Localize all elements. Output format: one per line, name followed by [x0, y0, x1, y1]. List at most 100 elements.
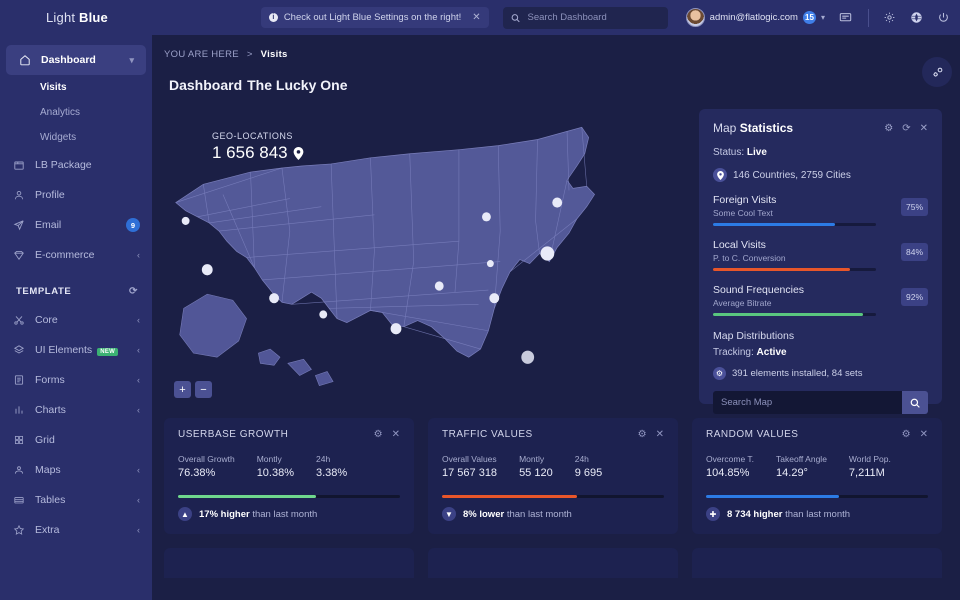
package-icon [12, 159, 25, 172]
search-input[interactable] [528, 12, 660, 23]
us-map-svg [164, 109, 685, 404]
card-placeholder [428, 548, 678, 578]
panel-actions: ⚙ ⟳ ✕ [884, 123, 928, 134]
close-icon[interactable]: ✕ [656, 429, 664, 440]
sidebar-item-charts[interactable]: Charts ‹ [0, 395, 152, 425]
stat-name: Foreign Visits [713, 194, 928, 206]
brand-logo[interactable]: Light Blue [10, 10, 142, 25]
metric-value: 7,211M [849, 467, 891, 479]
sidebar-item-maps[interactable]: Maps ‹ [0, 455, 152, 485]
gear-icon[interactable] [883, 11, 896, 24]
sidebar-item-core[interactable]: Core ‹ [0, 305, 152, 335]
chevron-left-icon: ‹ [137, 495, 140, 505]
map-pin-icon [713, 168, 727, 182]
sidebar-item-ui-elements[interactable]: UI Elementsnew ‹ [0, 335, 152, 365]
close-icon[interactable]: ✕ [472, 12, 480, 23]
metric-value: 76.38% [178, 467, 235, 479]
progress-fill [442, 495, 577, 498]
sidebar-section-template: TEMPLATE ⟳ [0, 270, 152, 305]
sidebar-item-label: Tables [35, 494, 127, 506]
sidebar-item-ecommerce[interactable]: E-commerce ‹ [0, 240, 152, 270]
sidebar-item-label: Profile [35, 189, 140, 201]
gear-icon[interactable]: ⚙ [902, 429, 911, 440]
stat-percent-badge: 92% [901, 288, 928, 306]
home-icon [18, 54, 31, 67]
close-icon[interactable]: ✕ [392, 429, 400, 440]
progress-track [178, 495, 400, 498]
sidebar-item-label: Email [35, 219, 116, 231]
page-title: DashboardThe Lucky One [164, 68, 942, 97]
chevron-left-icon: ‹ [137, 345, 140, 355]
sidebar-subitem-label: Analytics [40, 107, 80, 118]
metric-label: 24h [316, 454, 347, 464]
sidebar-item-lb-package[interactable]: LB Package [0, 150, 152, 180]
globe-icon[interactable] [910, 11, 923, 24]
progress-fill [713, 223, 835, 226]
avatar [686, 8, 705, 27]
stat-sound-frequencies: Sound Frequencies Average Bitrate 92% [713, 284, 928, 316]
form-icon [12, 374, 25, 387]
metric-value: 104.85% [706, 467, 754, 479]
email-count-badge: 9 [126, 218, 140, 232]
delta-rest: than last month [507, 509, 572, 520]
sidebar-item-label: Maps [35, 464, 127, 476]
sidebar-item-label: UI Elementsnew [35, 344, 127, 356]
card-title: TRAFFIC VALUES [442, 429, 638, 440]
progress-fill [178, 495, 316, 498]
settings-fab-button[interactable] [922, 57, 952, 87]
chevron-left-icon: ‹ [137, 375, 140, 385]
geo-summary-row: 146 Countries, 2759 Cities [713, 168, 928, 182]
delta-bold: 17% higher [199, 509, 250, 520]
body-area: Dashboard ▾ Visits Analytics Widgets LB … [0, 35, 960, 600]
metric-value: 10.38% [257, 467, 294, 479]
refresh-icon[interactable]: ⟳ [129, 286, 138, 297]
sidebar-item-dashboard[interactable]: Dashboard ▾ [6, 45, 146, 75]
map-search-input[interactable] [713, 391, 902, 414]
sidebar-item-tables[interactable]: Tables ‹ [0, 485, 152, 515]
sidebar-item-email[interactable]: Email 9 [0, 210, 152, 240]
elements-installed-row: ⚙ 391 elements installed, 84 sets [713, 367, 928, 380]
progress-track [713, 268, 876, 271]
brand-bold: Blue [79, 10, 108, 25]
gear-icon[interactable]: ⚙ [374, 429, 383, 440]
sidebar-item-extra[interactable]: Extra ‹ [0, 515, 152, 545]
stat-local-visits: Local Visits P. to C. Conversion 84% [713, 239, 928, 271]
sidebar-subitem-widgets[interactable]: Widgets [0, 125, 152, 150]
map-zoom-out-button[interactable]: − [195, 381, 212, 398]
message-icon[interactable] [839, 11, 852, 24]
refresh-icon[interactable]: ⟳ [902, 123, 910, 134]
layers-icon [12, 344, 25, 357]
close-icon[interactable]: ✕ [920, 429, 928, 440]
progress-track [706, 495, 928, 498]
metric-value: 3.38% [316, 467, 347, 479]
close-icon[interactable]: ✕ [920, 123, 928, 134]
metric: Overall Values17 567 318 [442, 454, 497, 479]
map-search-button[interactable] [902, 391, 928, 414]
metric-value: 55 120 [519, 467, 553, 479]
breadcrumb-current[interactable]: Visits [261, 49, 288, 60]
visits-map[interactable]: GEO-LOCATIONS 1 656 843 + − [164, 109, 685, 404]
chart-icon [12, 404, 25, 417]
notice-text: Check out Light Blue Settings on the rig… [284, 12, 461, 23]
sidebar-subitem-visits[interactable]: Visits [0, 75, 152, 100]
user-menu[interactable]: admin@flatlogic.com 15 ▾ [686, 8, 825, 27]
send-icon [12, 219, 25, 232]
metric-label: Takeoff Angle [776, 454, 827, 464]
user-icon [12, 189, 25, 202]
top-row: GEO-LOCATIONS 1 656 843 + − Map Stati [164, 109, 942, 404]
sidebar-item-forms[interactable]: Forms ‹ [0, 365, 152, 395]
gear-icon[interactable]: ⚙ [638, 429, 647, 440]
card-userbase-growth: USERBASE GROWTH ⚙✕ Overall Growth76.38% … [164, 418, 414, 534]
sidebar-item-profile[interactable]: Profile [0, 180, 152, 210]
map-zoom-in-button[interactable]: + [174, 381, 191, 398]
power-icon[interactable] [937, 11, 950, 24]
map-distributions-label: Map Distributions [713, 330, 928, 342]
metric-label: Overall Values [442, 454, 497, 464]
search-dashboard-box[interactable] [503, 7, 668, 29]
metric: 24h9 695 [575, 454, 603, 479]
metric-value: 14.29° [776, 467, 827, 479]
sidebar-item-grid[interactable]: Grid [0, 425, 152, 455]
scissors-icon [12, 314, 25, 327]
sidebar-subitem-analytics[interactable]: Analytics [0, 100, 152, 125]
gear-icon[interactable]: ⚙ [884, 123, 893, 134]
